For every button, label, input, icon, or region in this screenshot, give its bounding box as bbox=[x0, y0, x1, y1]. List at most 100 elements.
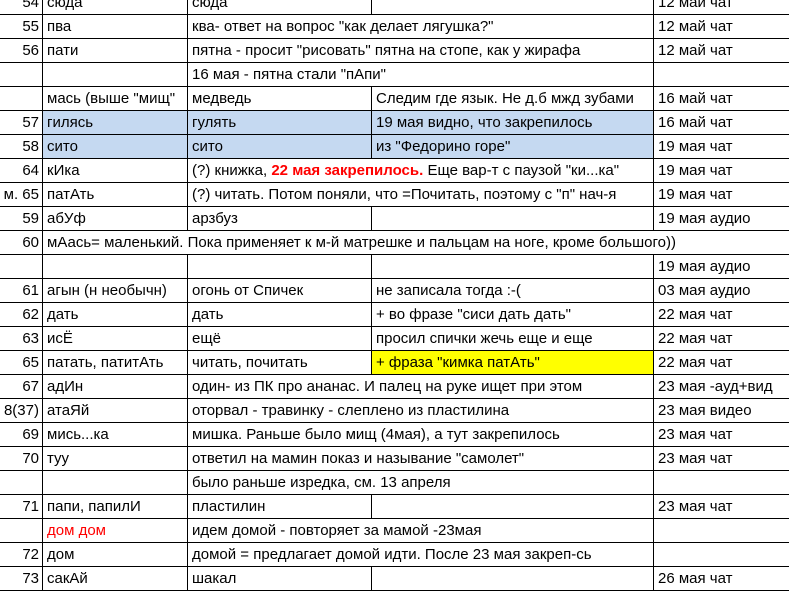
note-cell[interactable] bbox=[372, 495, 654, 519]
date-cell[interactable] bbox=[654, 543, 789, 567]
note-cell[interactable] bbox=[372, 0, 654, 15]
word-cell[interactable]: сакАй bbox=[43, 567, 188, 591]
row-number-cell[interactable]: 64 bbox=[0, 159, 43, 183]
meaning-cell[interactable]: сито bbox=[188, 135, 372, 159]
date-cell[interactable]: 23 мая видео bbox=[654, 399, 789, 423]
note-cell[interactable] bbox=[372, 63, 654, 87]
meaning-cell[interactable]: медведь bbox=[188, 87, 372, 111]
note-cell[interactable]: Следим где язык. Не д.б мжд зубами bbox=[372, 87, 654, 111]
date-cell[interactable]: 22 мая чат bbox=[654, 303, 789, 327]
row-number-cell[interactable] bbox=[0, 471, 43, 495]
note-cell[interactable]: просил спички жечь еще и еще bbox=[372, 327, 654, 351]
date-cell[interactable]: 23 мая -ауд+вид bbox=[654, 375, 789, 399]
note-cell[interactable]: не записала тогда :-( bbox=[372, 279, 654, 303]
row-number-cell[interactable] bbox=[0, 255, 43, 279]
word-cell[interactable]: пати bbox=[43, 39, 188, 63]
row-number-cell[interactable]: 67 bbox=[0, 375, 43, 399]
word-cell[interactable]: дать bbox=[43, 303, 188, 327]
row-number-cell[interactable]: 72 bbox=[0, 543, 43, 567]
word-cell[interactable]: кИка bbox=[43, 159, 188, 183]
date-cell[interactable] bbox=[654, 63, 789, 87]
note-cell[interactable] bbox=[372, 567, 654, 591]
row-number-cell[interactable]: 63 bbox=[0, 327, 43, 351]
row-number-cell[interactable]: 55 bbox=[0, 15, 43, 39]
meaning-cell[interactable]: ква- ответ на вопрос "как делает лягушка… bbox=[188, 15, 494, 39]
date-cell[interactable]: 22 мая чат bbox=[654, 327, 789, 351]
date-cell[interactable]: 03 мая аудио bbox=[654, 279, 789, 303]
date-cell[interactable] bbox=[654, 519, 789, 543]
meaning-cell[interactable]: 16 мая - пятна стали "пАпи" bbox=[188, 63, 386, 87]
word-cell[interactable] bbox=[43, 471, 188, 495]
date-cell[interactable]: 23 мая чат bbox=[654, 447, 789, 471]
meaning-cell[interactable]: пластилин bbox=[188, 495, 372, 519]
date-cell[interactable] bbox=[654, 471, 789, 495]
word-cell[interactable]: сито bbox=[43, 135, 188, 159]
word-cell[interactable]: сюда bbox=[43, 0, 188, 15]
row-number-cell[interactable]: 62 bbox=[0, 303, 43, 327]
meaning-cell[interactable]: шакал bbox=[188, 567, 372, 591]
meaning-cell[interactable]: пятна - просит "рисовать" пятна на стопе… bbox=[188, 39, 580, 63]
meaning-cell[interactable]: было раньше изредка, см. 13 апреля bbox=[188, 471, 654, 495]
row-number-cell[interactable]: 57 bbox=[0, 111, 43, 135]
row-number-cell[interactable] bbox=[0, 87, 43, 111]
row-number-cell[interactable]: 58 bbox=[0, 135, 43, 159]
row-number-cell[interactable]: 70 bbox=[0, 447, 43, 471]
date-cell[interactable]: 16 май чат bbox=[654, 111, 789, 135]
row-number-cell[interactable]: 61 bbox=[0, 279, 43, 303]
word-cell[interactable]: мась (выше "мищ" bbox=[43, 87, 188, 111]
date-cell[interactable]: 19 мая аудио bbox=[654, 207, 789, 231]
word-cell[interactable] bbox=[43, 63, 188, 87]
row-number-cell[interactable] bbox=[0, 519, 43, 543]
note-cell[interactable] bbox=[372, 39, 654, 63]
meaning-cell[interactable]: (?) книжка, 22 мая закрепилось. Еще вар-… bbox=[188, 159, 654, 183]
date-cell[interactable]: 12 май чат bbox=[654, 15, 789, 39]
meaning-cell[interactable]: огонь от Спичек bbox=[188, 279, 372, 303]
word-cell[interactable]: папи, папилИ bbox=[43, 495, 188, 519]
date-cell[interactable]: 16 май чат bbox=[654, 87, 789, 111]
meaning-cell[interactable]: ещё bbox=[188, 327, 372, 351]
row-number-cell[interactable]: 54 bbox=[0, 0, 43, 15]
word-cell[interactable]: мАась= маленький. Пока применяет к м-й м… bbox=[43, 231, 789, 255]
meaning-cell[interactable]: ответил на мамин показ и называние "само… bbox=[188, 447, 654, 471]
word-cell[interactable]: атаЯй bbox=[43, 399, 188, 423]
row-number-cell[interactable]: 69 bbox=[0, 423, 43, 447]
meaning-cell[interactable] bbox=[188, 255, 372, 279]
word-cell[interactable]: абУф bbox=[43, 207, 188, 231]
word-cell[interactable]: мись...ка bbox=[43, 423, 188, 447]
meaning-cell[interactable]: домой = предлагает домой идти. После 23 … bbox=[188, 543, 654, 567]
row-number-cell[interactable]: 8(37) bbox=[0, 399, 43, 423]
date-cell[interactable]: 23 мая чат bbox=[654, 423, 789, 447]
word-cell[interactable]: гилясь bbox=[43, 111, 188, 135]
note-cell[interactable]: + во фразе "сиси дать дать" bbox=[372, 303, 654, 327]
meaning-cell[interactable]: гулять bbox=[188, 111, 372, 135]
word-cell[interactable]: исЁ bbox=[43, 327, 188, 351]
row-number-cell[interactable]: 56 bbox=[0, 39, 43, 63]
meaning-cell[interactable]: читать, почитать bbox=[188, 351, 372, 375]
word-cell[interactable]: дом bbox=[43, 543, 188, 567]
date-cell[interactable]: 19 мая чат bbox=[654, 135, 789, 159]
meaning-cell[interactable]: (?) читать. Потом поняли, что =Почитать,… bbox=[188, 183, 654, 207]
meaning-cell[interactable]: идем домой - повторяет за мамой -23мая bbox=[188, 519, 654, 543]
note-cell[interactable]: из "Федорино горе" bbox=[372, 135, 654, 159]
row-number-cell[interactable]: 73 bbox=[0, 567, 43, 591]
note-cell[interactable]: 19 мая видно, что закрепилось bbox=[372, 111, 654, 135]
date-cell[interactable]: 12 май чат bbox=[654, 39, 789, 63]
meaning-cell[interactable]: арзбуз bbox=[188, 207, 372, 231]
word-cell[interactable]: туу bbox=[43, 447, 188, 471]
note-cell[interactable] bbox=[372, 255, 654, 279]
row-number-cell[interactable]: 71 bbox=[0, 495, 43, 519]
row-number-cell[interactable]: м. 65 bbox=[0, 183, 43, 207]
meaning-cell[interactable]: мишка. Раньше было мищ (4мая), а тут зак… bbox=[188, 423, 654, 447]
date-cell[interactable]: 19 мая чат bbox=[654, 159, 789, 183]
date-cell[interactable]: 23 мая чат bbox=[654, 495, 789, 519]
meaning-cell[interactable]: дать bbox=[188, 303, 372, 327]
date-cell[interactable]: 26 мая чат bbox=[654, 567, 789, 591]
meaning-cell[interactable]: сюда bbox=[188, 0, 372, 15]
date-cell[interactable]: 12 май чат bbox=[654, 0, 789, 15]
word-cell[interactable]: адИн bbox=[43, 375, 188, 399]
row-number-cell[interactable]: 60 bbox=[0, 231, 43, 255]
meaning-cell[interactable]: оторвал - травинку - слеплено из пластил… bbox=[188, 399, 654, 423]
meaning-cell[interactable]: один- из ПК про ананас. И палец на руке … bbox=[188, 375, 654, 399]
note-cell[interactable]: + фраза "кимка патАть" bbox=[372, 351, 654, 375]
note-cell[interactable] bbox=[372, 207, 654, 231]
